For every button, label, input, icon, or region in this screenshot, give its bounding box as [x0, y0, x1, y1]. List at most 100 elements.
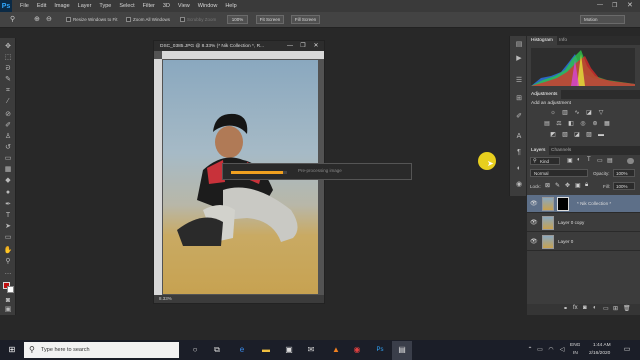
filter-shape-icon[interactable]: ▭ — [597, 157, 603, 164]
3d-panel-icon[interactable]: ◉ — [514, 180, 524, 189]
layer-kind-filter[interactable]: ⚲ Kind — [530, 157, 560, 165]
crop-tool-icon[interactable]: ⌗ — [3, 86, 13, 95]
vibrance-icon[interactable]: ▽ — [597, 110, 605, 117]
quick-mask-icon[interactable]: ◙ — [3, 296, 13, 305]
levels-icon[interactable]: ▥ — [561, 110, 569, 117]
tray-chevron-icon[interactable]: ⌃ — [525, 345, 535, 355]
language-indicator[interactable]: ENG — [570, 343, 580, 348]
tab-channels[interactable]: Channels — [547, 146, 575, 155]
swatches-panel-icon[interactable]: ⊞ — [514, 94, 524, 103]
shape-tool-icon[interactable]: ▭ — [3, 233, 13, 242]
edge-icon[interactable]: e — [237, 345, 247, 355]
menu-layer[interactable]: Layer — [78, 3, 92, 9]
restore-icon[interactable]: ❐ — [612, 2, 617, 9]
properties-panel-icon[interactable]: ☰ — [514, 76, 524, 85]
eyedropper-tool-icon[interactable]: ⁄ — [3, 97, 13, 106]
menu-file[interactable]: File — [20, 3, 29, 9]
tab-info[interactable]: Info — [555, 36, 571, 45]
lock-pixels-icon[interactable]: ⊠ — [545, 182, 550, 189]
chrome-icon[interactable]: ◉ — [352, 345, 362, 355]
zoom-tool-side-icon[interactable]: ⚲ — [3, 257, 13, 266]
clock-time[interactable]: 1:44 AM — [593, 343, 611, 348]
store-icon[interactable]: ▣ — [284, 345, 294, 355]
mail-icon[interactable]: ✉ — [306, 345, 316, 355]
link-layers-icon[interactable]: ⚭ — [563, 305, 568, 312]
active-app-indicator[interactable]: ▤ — [392, 341, 412, 360]
menu-view[interactable]: View — [178, 3, 190, 9]
hand-tool-icon[interactable]: ✋ — [3, 246, 13, 255]
brush-panel-icon[interactable]: ✐ — [514, 112, 524, 121]
zoom-tool-icon[interactable]: ⚲ — [10, 15, 15, 23]
filter-smart-icon[interactable]: ▤ — [607, 157, 613, 164]
workspace-select[interactable]: Motion — [580, 15, 625, 24]
curves-icon[interactable]: ∿ — [573, 110, 581, 117]
pen-tool-icon[interactable]: ✒ — [3, 200, 13, 209]
tab-histogram[interactable]: Histogram — [527, 36, 557, 45]
brush-tool-icon[interactable]: ✐ — [3, 121, 13, 130]
blur-tool-icon[interactable]: ◆ — [3, 176, 13, 185]
cortana-icon[interactable]: ○ — [190, 345, 200, 355]
menu-filter[interactable]: Filter — [143, 3, 155, 9]
lock-paint-icon[interactable]: ✎ — [555, 182, 560, 189]
history-panel-icon[interactable]: ▤ — [514, 40, 524, 49]
photo-filter-icon[interactable]: ◎ — [579, 121, 587, 128]
eye-icon[interactable]: 👁︎ — [530, 238, 538, 245]
filter-type-icon[interactable]: T — [587, 157, 591, 163]
taskbar-search[interactable]: ⚲ Type here to search — [24, 342, 179, 358]
color-balance-icon[interactable]: ⚖ — [555, 121, 563, 128]
layer-style-icon[interactable]: fx — [573, 305, 578, 311]
eraser-tool-icon[interactable]: ▭ — [3, 154, 13, 163]
marquee-tool-icon[interactable]: ⬚ — [3, 53, 13, 62]
battery-icon[interactable]: ▭ — [535, 345, 545, 355]
lasso-tool-icon[interactable]: ᘐ — [3, 64, 13, 73]
menu-window[interactable]: Window — [198, 3, 218, 9]
tab-adjustments[interactable]: Adjustments — [527, 90, 562, 99]
volume-icon[interactable]: ◁ — [557, 345, 567, 355]
menu-image[interactable]: Image — [54, 3, 69, 9]
doc-close-icon[interactable]: ✕ — [312, 42, 320, 50]
vlc-icon[interactable]: ▲ — [331, 345, 341, 355]
scrubby-zoom-checkbox[interactable] — [180, 17, 185, 22]
zoom-100-button[interactable]: 100% — [227, 15, 248, 24]
actions-panel-icon[interactable]: ▶ — [514, 54, 524, 63]
styles-panel-icon[interactable]: ◐ — [514, 164, 524, 173]
selective-color-icon[interactable]: ▨ — [585, 132, 593, 139]
layer-row[interactable]: 👁︎ Layer 0 — [527, 233, 640, 251]
menu-type[interactable]: Type — [99, 3, 111, 9]
invert-icon[interactable]: ◩ — [549, 132, 557, 139]
dodge-tool-icon[interactable]: ● — [3, 188, 13, 197]
opacity-input[interactable]: 100% — [613, 169, 635, 177]
new-group-icon[interactable]: ▭ — [603, 305, 609, 312]
filter-adjust-icon[interactable]: ◐ — [577, 157, 581, 163]
task-view-icon[interactable]: ⧉ — [212, 345, 222, 355]
screen-mode-icon[interactable]: ▣ — [3, 305, 13, 314]
new-adjustment-icon[interactable]: ◐ — [593, 305, 597, 311]
channel-mixer-icon[interactable]: ⊛ — [591, 121, 599, 128]
add-mask-icon[interactable]: ◙ — [583, 305, 587, 311]
lock-all-icon[interactable]: 🔒︎ — [585, 182, 588, 189]
delete-layer-icon[interactable]: 🗑︎ — [623, 305, 631, 312]
brightness-icon[interactable]: ☼ — [549, 110, 557, 117]
stamp-tool-icon[interactable]: ♙ — [3, 132, 13, 141]
doc-restore-icon[interactable]: ❐ — [299, 42, 307, 50]
posterize-icon[interactable]: ▧ — [561, 132, 569, 139]
fill-screen-button[interactable]: Fill Screen — [291, 15, 320, 24]
document-titlebar[interactable]: DSC_0385.JPG @ 8.33% (* Nik Collection *… — [154, 41, 324, 51]
paragraph-panel-icon[interactable]: ¶ — [514, 148, 524, 157]
minimize-icon[interactable]: — — [597, 2, 603, 8]
path-select-tool-icon[interactable]: ➤ — [3, 222, 13, 231]
windows-start-icon[interactable]: ⊞ — [7, 345, 17, 355]
filter-toggle[interactable] — [627, 158, 634, 164]
exposure-icon[interactable]: ◪ — [585, 110, 593, 117]
close-icon[interactable]: ✕ — [627, 1, 633, 9]
resize-windows-checkbox[interactable] — [66, 17, 71, 22]
explorer-icon[interactable]: ▬ — [261, 345, 271, 355]
fill-input[interactable]: 100% — [613, 182, 635, 190]
menu-help[interactable]: Help — [225, 3, 236, 9]
threshold-icon[interactable]: ◪ — [573, 132, 581, 139]
photoshop-taskbar-icon[interactable]: Ps — [375, 345, 385, 355]
gradient-tool-icon[interactable]: ▦ — [3, 165, 13, 174]
zoom-all-checkbox[interactable] — [126, 17, 131, 22]
new-layer-icon[interactable]: ⊞ — [613, 305, 618, 312]
lock-position-icon[interactable]: ✥ — [565, 182, 570, 189]
